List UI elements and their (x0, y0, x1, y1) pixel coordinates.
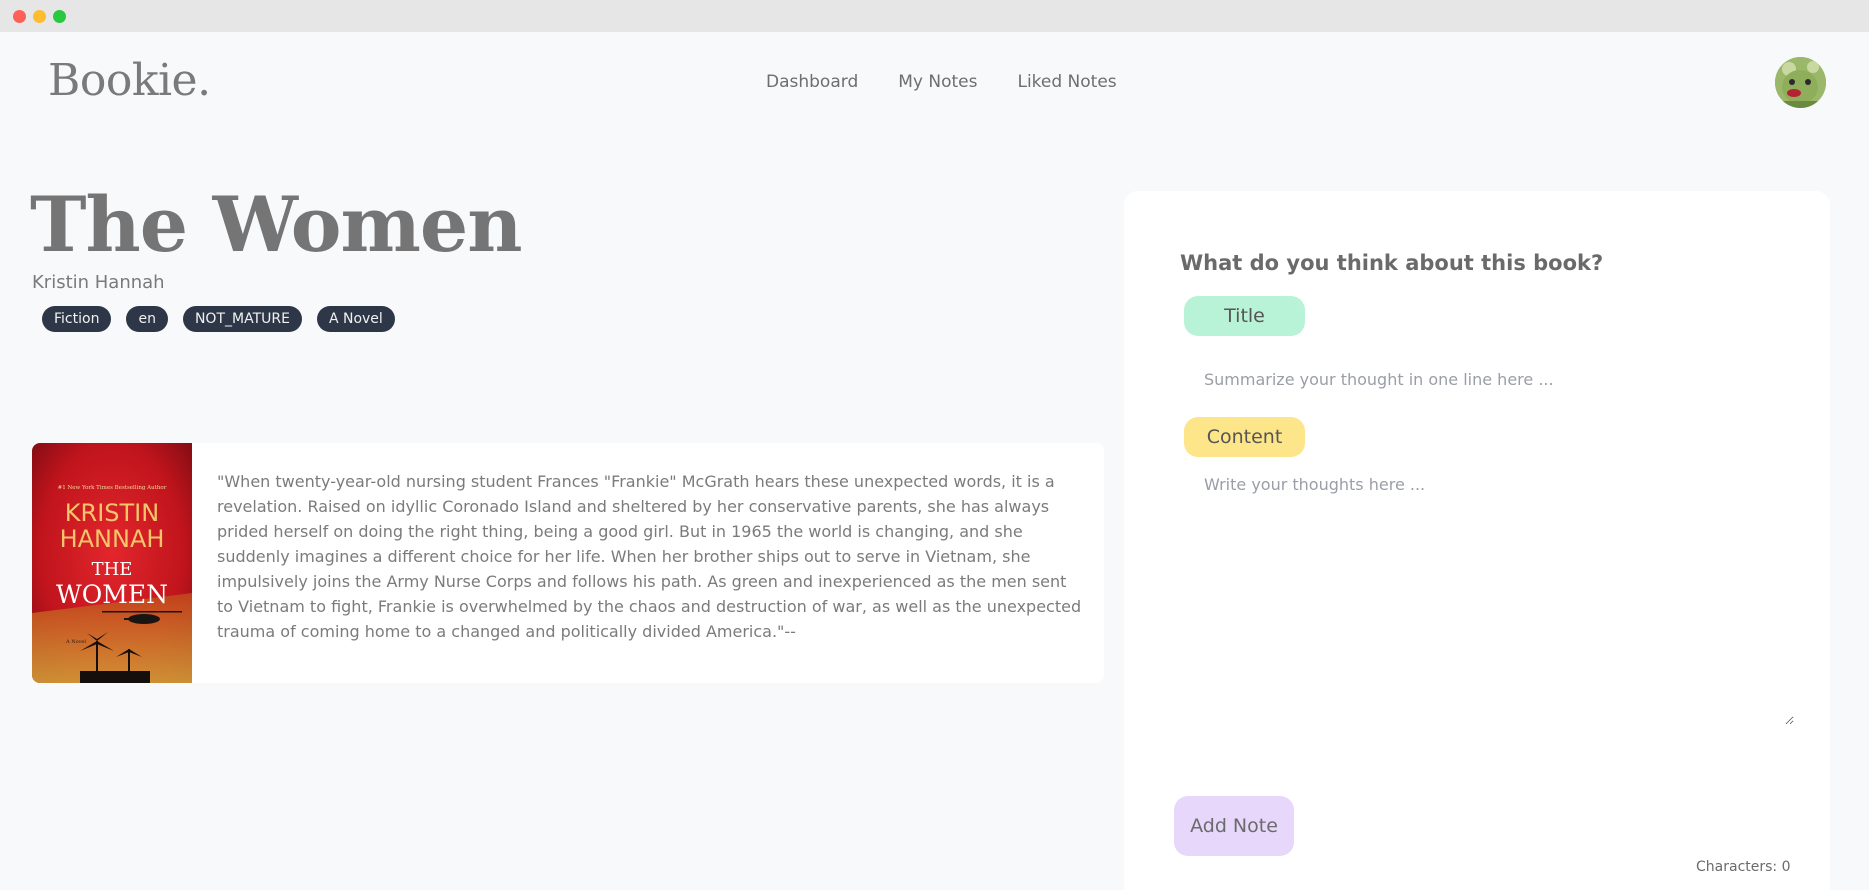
close-window-icon[interactable] (13, 10, 26, 23)
add-note-button[interactable]: Add Note (1174, 796, 1294, 856)
tag-subtitle: A Novel (316, 306, 395, 332)
avatar-image (1775, 57, 1826, 108)
book-author: Kristin Hannah (32, 272, 165, 293)
cover-author-line2: HANNAH (60, 525, 165, 553)
note-form-heading: What do you think about this book? (1180, 251, 1604, 275)
cover-title-line2: WOMEN (56, 580, 168, 609)
cover-banner-text: #1 New York Times Bestselling Author (58, 485, 167, 491)
book-tags: Fiction en NOT_MATURE A Novel (42, 306, 395, 332)
app-logo[interactable]: Bookie. (48, 55, 211, 106)
nav-liked-notes[interactable]: Liked Notes (1017, 72, 1116, 92)
book-title: The Women (30, 180, 522, 269)
maximize-window-icon[interactable] (53, 10, 66, 23)
character-count: Characters: 0 (1696, 859, 1791, 875)
nav-dashboard[interactable]: Dashboard (766, 72, 858, 92)
cover-title-line1: THE (92, 559, 133, 580)
cover-author-line1: KRISTIN (65, 499, 159, 527)
add-note-panel: What do you think about this book? Title… (1124, 191, 1830, 890)
content-label: Content (1184, 417, 1305, 457)
avatar[interactable] (1775, 57, 1826, 108)
tag-maturity: NOT_MATURE (182, 306, 302, 332)
note-content-textarea[interactable] (1204, 475, 1794, 725)
nav-my-notes[interactable]: My Notes (898, 72, 977, 92)
minimize-window-icon[interactable] (33, 10, 46, 23)
window-titlebar (0, 0, 1869, 32)
book-description: "When twenty-year-old nursing student Fr… (217, 472, 1082, 641)
book-cover-image: #1 New York Times Bestselling Author KRI… (32, 443, 192, 683)
note-title-input[interactable] (1204, 364, 1784, 394)
cover-subtitle: A Novel (65, 639, 86, 645)
tag-language: en (126, 306, 168, 332)
book-description-card: #1 New York Times Bestselling Author KRI… (32, 443, 1104, 683)
main-nav: Dashboard My Notes Liked Notes (766, 72, 1117, 92)
title-label: Title (1184, 296, 1305, 336)
tag-genre: Fiction (42, 306, 112, 332)
